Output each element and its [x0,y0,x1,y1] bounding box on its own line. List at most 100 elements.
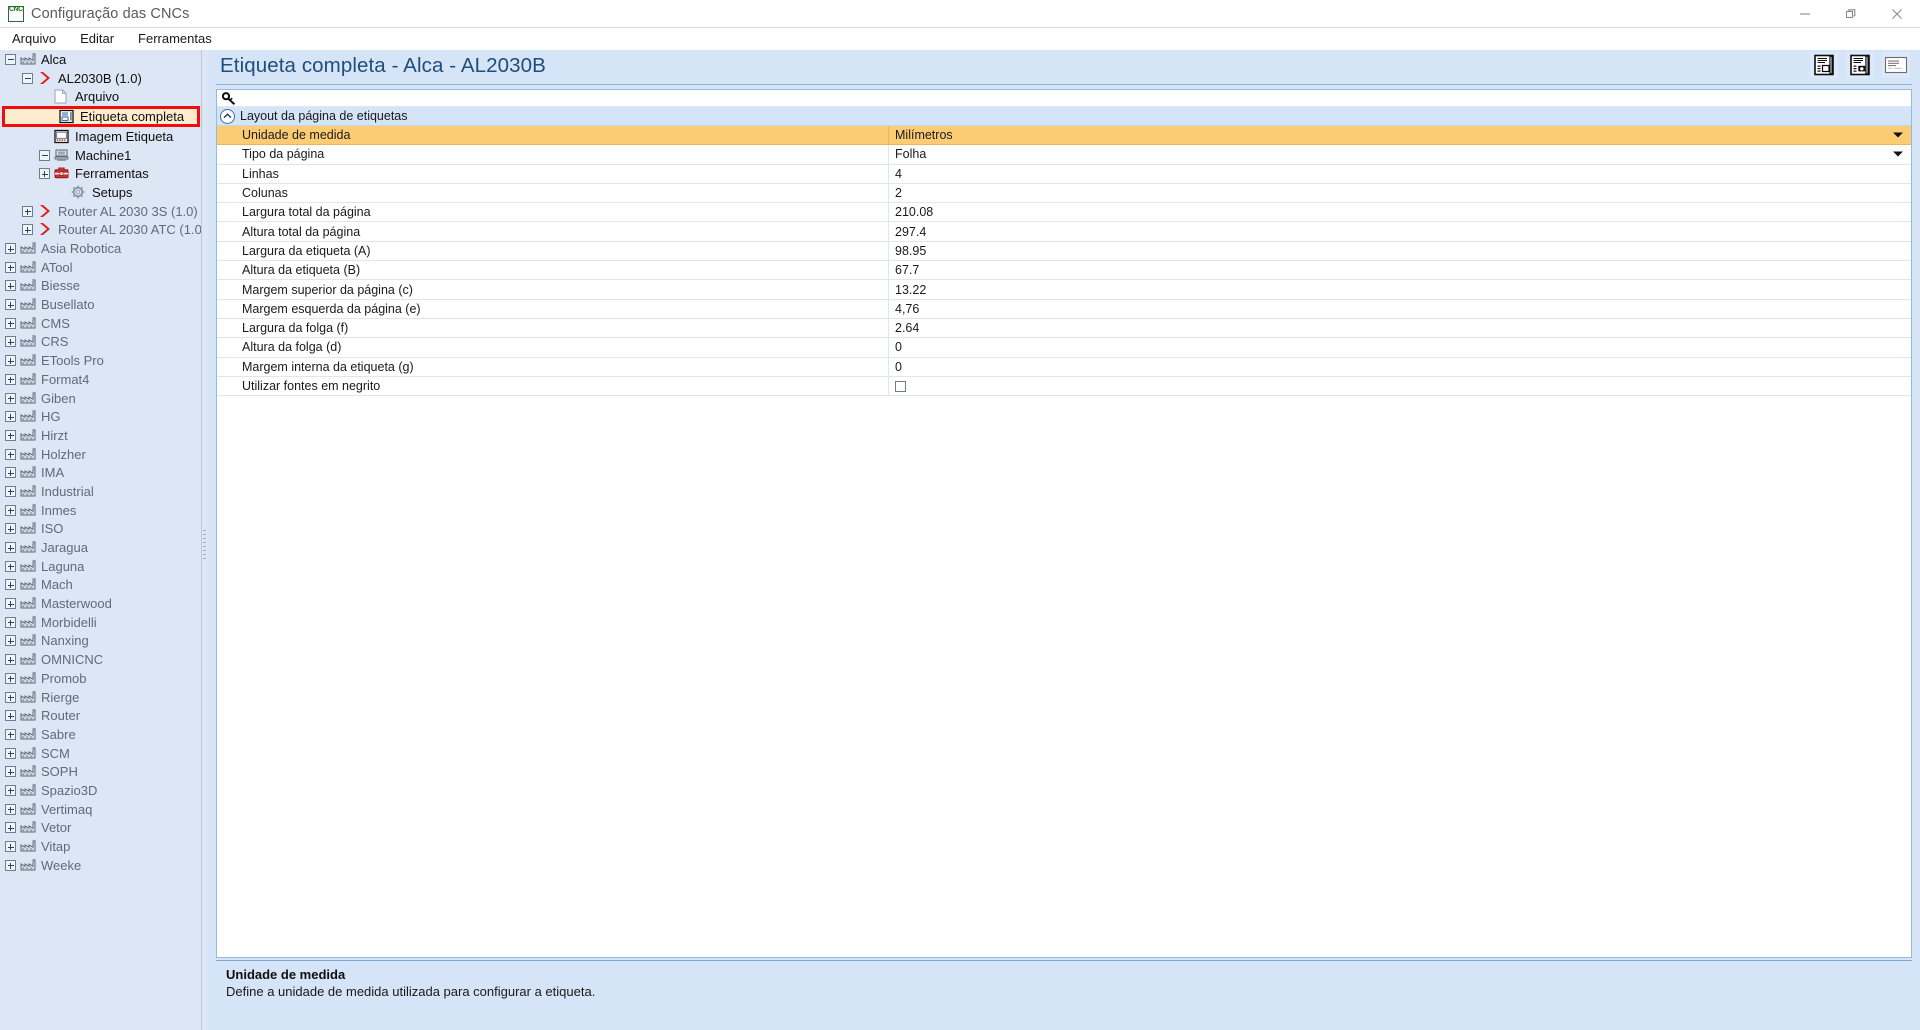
tree-item-format4[interactable]: Format4 [0,370,201,389]
expand-plus-icon[interactable] [5,448,16,460]
expand-plus-icon[interactable] [5,784,16,796]
expand-plus-icon[interactable] [5,635,16,647]
tree-item-holzher[interactable]: Holzher [0,445,201,464]
grid-row[interactable]: Altura da folga (d) 0 [217,338,1911,358]
expand-plus-icon[interactable] [5,859,16,871]
menu-editar[interactable]: Editar [68,29,126,49]
tree-item-promob[interactable]: Promob [0,669,201,688]
expand-plus-icon[interactable] [5,429,16,441]
group-header-row[interactable]: Layout da página de etiquetas [217,107,1911,126]
tree-item-scm[interactable]: SCM [0,744,201,763]
tree-item-inmes[interactable]: Inmes [0,501,201,520]
tree-item-asia-robotica[interactable]: Asia Robotica [0,239,201,258]
expand-plus-icon[interactable] [5,598,16,610]
tree-item-sabre[interactable]: Sabre [0,725,201,744]
tree-item-cms[interactable]: CMS [0,314,201,333]
tree-item-atool[interactable]: ATool [0,258,201,277]
grid-row[interactable]: Margem superior da página (c) 13.22 [217,280,1911,300]
grid-column-header-row[interactable]: Unidade de medida Milímetros [217,126,1911,146]
grid-row[interactable]: Colunas 2 [217,183,1911,204]
tree-item-jaragua[interactable]: Jaragua [0,538,201,557]
grid-row-value[interactable]: 297.4 [889,222,1911,240]
grid-row-value[interactable] [889,377,1911,395]
expand-plus-icon[interactable] [22,205,33,217]
checkbox-bold-fonts[interactable] [895,380,906,392]
expand-plus-icon[interactable] [5,841,16,853]
collapse-minus-icon[interactable] [22,72,33,84]
tree-item-arquivo[interactable]: Arquivo [0,87,201,106]
tree-item-mach[interactable]: Mach [0,576,201,595]
tree-item-etiqueta-completa[interactable]: Etiqueta completa [2,106,200,128]
chevron-up-icon[interactable] [220,108,235,124]
expand-plus-icon[interactable] [5,672,16,684]
tree-item-biesse[interactable]: Biesse [0,277,201,296]
tree-item-laguna[interactable]: Laguna [0,557,201,576]
expand-plus-icon[interactable] [5,243,16,255]
expand-plus-icon[interactable] [5,766,16,778]
tree-item-router-al-2030-3s-1-0[interactable]: Router AL 2030 3S (1.0) [0,202,201,221]
tree-item-masterwood[interactable]: Masterwood [0,594,201,613]
grid-row[interactable]: Utilizar fontes em negrito [217,376,1911,397]
grid-row[interactable]: Margem esquerda da página (e) 4,76 [217,299,1911,319]
tree-item-giben[interactable]: Giben [0,389,201,408]
grid-row-value[interactable]: 2.64 [889,319,1911,337]
grid-row[interactable]: Largura da etiqueta (A) 98.95 [217,241,1911,262]
splitter-grip[interactable] [203,530,206,570]
tree-item-industrial[interactable]: Industrial [0,482,201,501]
expand-plus-icon[interactable] [5,336,16,348]
expand-plus-icon[interactable] [5,747,16,759]
restore-button[interactable] [1828,0,1874,28]
expand-plus-icon[interactable] [5,504,16,516]
expand-plus-icon[interactable] [5,485,16,497]
expand-plus-icon[interactable] [5,728,16,740]
tree-item-hirzt[interactable]: Hirzt [0,426,201,445]
expand-plus-icon[interactable] [5,299,16,311]
tree-item-vertimaq[interactable]: Vertimaq [0,800,201,819]
expand-plus-icon[interactable] [5,616,16,628]
tree-item-spazio3d[interactable]: Spazio3D [0,781,201,800]
expand-plus-icon[interactable] [39,168,50,180]
collapse-minus-icon[interactable] [5,53,16,65]
tree-item-nanxing[interactable]: Nanxing [0,632,201,651]
menu-arquivo[interactable]: Arquivo [0,29,68,49]
expand-plus-icon[interactable] [5,822,16,834]
close-button[interactable] [1874,0,1920,28]
tree-item-ima[interactable]: IMA [0,463,201,482]
grid-row[interactable]: Altura total da página 297.4 [217,222,1911,242]
grid-row[interactable]: Linhas 4 [217,164,1911,184]
grid-row-value[interactable]: Folha [889,145,1911,163]
tree-item-al2030b-1-0[interactable]: AL2030B (1.0) [0,69,201,88]
expand-plus-icon[interactable] [5,710,16,722]
tree-item-iso[interactable]: ISO [0,520,201,539]
tree-item-alca[interactable]: Alca [0,50,201,69]
grid-row-value[interactable]: 0 [889,338,1911,356]
tree-item-ferramentas[interactable]: Ferramentas [0,164,201,183]
tree-item-router-al-2030-atc-1-0[interactable]: Router AL 2030 ATC (1.0) [0,221,201,240]
label-image-button[interactable] [1846,52,1874,78]
tree-item-imagem-etiqueta[interactable]: Imagem Etiqueta [0,127,201,146]
grid-row-value[interactable]: 2 [889,184,1911,202]
grid-row-value[interactable]: 98.95 [889,242,1911,260]
label-preview-button[interactable] [1810,52,1838,78]
tree-item-morbidelli[interactable]: Morbidelli [0,613,201,632]
grid-row-value[interactable]: 13.22 [889,280,1911,298]
grid-row-value[interactable]: 210.08 [889,203,1911,221]
expand-plus-icon[interactable] [5,467,16,479]
tree-item-rierge[interactable]: Rierge [0,688,201,707]
label-text-button[interactable] [1882,52,1910,78]
expand-plus-icon[interactable] [5,523,16,535]
tree-item-setups[interactable]: Setups [0,183,201,202]
grid-row[interactable]: Margem interna da etiqueta (g) 0 [217,357,1911,377]
tree-item-hg[interactable]: HG [0,407,201,426]
tree-item-vetor[interactable]: Vetor [0,819,201,838]
expand-plus-icon[interactable] [5,654,16,666]
expand-plus-icon[interactable] [5,280,16,292]
tree-item-router[interactable]: Router [0,706,201,725]
expand-plus-icon[interactable] [5,355,16,367]
grid-row[interactable]: Altura da etiqueta (B) 67.7 [217,261,1911,281]
expand-plus-icon[interactable] [5,560,16,572]
expand-plus-icon[interactable] [5,261,16,273]
grid-search-bar[interactable] [217,90,1911,107]
cnc-tree-panel[interactable]: Alca AL2030B (1.0) Arquivo Etiqueta complet… [0,50,202,1030]
chevron-down-icon[interactable] [1893,132,1903,138]
